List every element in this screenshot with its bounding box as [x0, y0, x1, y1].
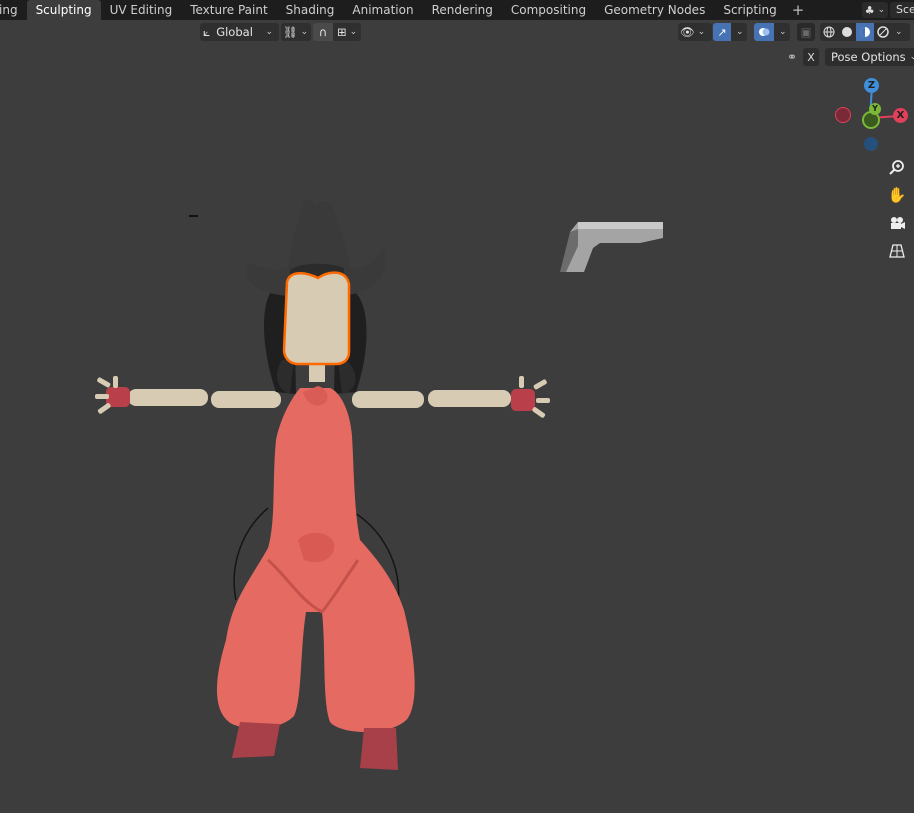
stray-vertex: [189, 215, 198, 217]
perspective-grid-icon[interactable]: [885, 239, 909, 263]
tab-texture-paint[interactable]: Texture Paint: [181, 0, 276, 20]
nav-axis-x[interactable]: X: [893, 108, 908, 123]
tab-geometry-nodes[interactable]: Geometry Nodes: [595, 0, 714, 20]
xray-icon: ▣: [800, 25, 812, 39]
scene-icon[interactable]: ♣ ⌄: [862, 2, 888, 18]
magnet-icon: ∩: [318, 25, 328, 39]
tab-compositing[interactable]: Compositing: [502, 0, 595, 20]
tab-animation[interactable]: Animation: [343, 0, 422, 20]
chevron-down-icon: ⌄: [909, 52, 914, 62]
chevron-down-icon: ⌄: [265, 27, 273, 37]
gizmo-icon: ↗: [717, 25, 727, 39]
overlay-circles-icon: [759, 28, 770, 36]
transform-orientation-dropdown[interactable]: ⟀ Global ⌄: [200, 23, 279, 41]
shading-wireframe-button[interactable]: [820, 23, 838, 41]
tab-scripting[interactable]: Scripting: [714, 0, 785, 20]
add-workspace-button[interactable]: +: [786, 1, 811, 19]
viewport-3d[interactable]: [0, 0, 914, 813]
xray-toggle-button[interactable]: ▣: [797, 23, 815, 41]
scene-name[interactable]: Sce: [890, 2, 914, 18]
snap-toggle-button[interactable]: ∩: [313, 23, 333, 41]
scene-selector[interactable]: ♣ ⌄ Sce: [862, 0, 914, 20]
workspace-tab-bar: ing Sculpting UV Editing Texture Paint S…: [0, 0, 914, 20]
material-sphere-icon: [860, 27, 870, 37]
nav-axis-neg-x[interactable]: [835, 107, 851, 123]
chevron-down-icon: ⌄: [300, 27, 309, 37]
snap-increment-icon[interactable]: ⊞: [333, 25, 347, 39]
character-head-selected[interactable]: [282, 271, 351, 366]
pivot-link-icon: ⛓: [283, 25, 298, 39]
overlays-group: ⌄: [754, 23, 790, 41]
eye-icon: 👁: [680, 25, 695, 39]
camera-view-icon[interactable]: [885, 211, 909, 235]
nav-axis-y[interactable]: Y: [869, 103, 881, 115]
chevron-down-icon: ⌄: [697, 27, 706, 37]
mirror-butterfly-icon: ⚭: [787, 50, 798, 64]
tab-rendering[interactable]: Rendering: [423, 0, 502, 20]
nav-axis-z[interactable]: Z: [864, 78, 879, 93]
selectability-visibility-dropdown[interactable]: 👁 ⌄: [678, 23, 712, 41]
pose-options-label: Pose Options: [831, 50, 906, 64]
tab-sculpting[interactable]: Sculpting: [26, 0, 101, 20]
snapping-group: ∩ ⊞ ⌄: [313, 23, 361, 41]
gizmo-toggle-button[interactable]: ↗: [713, 23, 731, 41]
shading-solid-button[interactable]: [838, 23, 856, 41]
shading-rendered-button[interactable]: [874, 23, 892, 41]
rendered-sphere-icon: [877, 26, 889, 38]
gun-object[interactable]: [560, 222, 663, 272]
gizmo-dropdown-chevron-icon[interactable]: ⌄: [736, 27, 744, 37]
shading-dropdown-chevron-icon[interactable]: ⌄: [895, 27, 903, 37]
chevron-down-icon[interactable]: ⌄: [350, 27, 358, 37]
orientation-label: Global: [216, 25, 253, 39]
tab-uv-editing[interactable]: UV Editing: [101, 0, 182, 20]
tab-layout-partial[interactable]: ing: [0, 0, 27, 20]
gizmo-group: ↗ ⌄: [713, 23, 747, 41]
orientation-axes-icon: ⟀: [203, 24, 211, 39]
overlays-toggle-button[interactable]: [754, 23, 774, 41]
mirror-x-toggle[interactable]: X: [803, 48, 819, 66]
pan-hand-icon[interactable]: ✋: [885, 183, 909, 207]
pivot-point-dropdown[interactable]: ⛓ ⌄: [281, 23, 311, 41]
overlays-dropdown-chevron-icon[interactable]: ⌄: [779, 27, 787, 37]
solid-sphere-icon: [842, 27, 852, 37]
character-body[interactable]: [216, 386, 415, 770]
pose-options-dropdown[interactable]: Pose Options ⌄: [825, 48, 914, 66]
shading-material-preview-button[interactable]: [856, 23, 874, 41]
wireframe-sphere-icon: [823, 26, 835, 38]
tab-shading[interactable]: Shading: [277, 0, 344, 20]
zoom-magnifier-plus-icon[interactable]: [885, 155, 909, 179]
viewport-shading-group: ⌄: [820, 23, 910, 41]
nav-axis-neg-z[interactable]: [864, 137, 878, 151]
